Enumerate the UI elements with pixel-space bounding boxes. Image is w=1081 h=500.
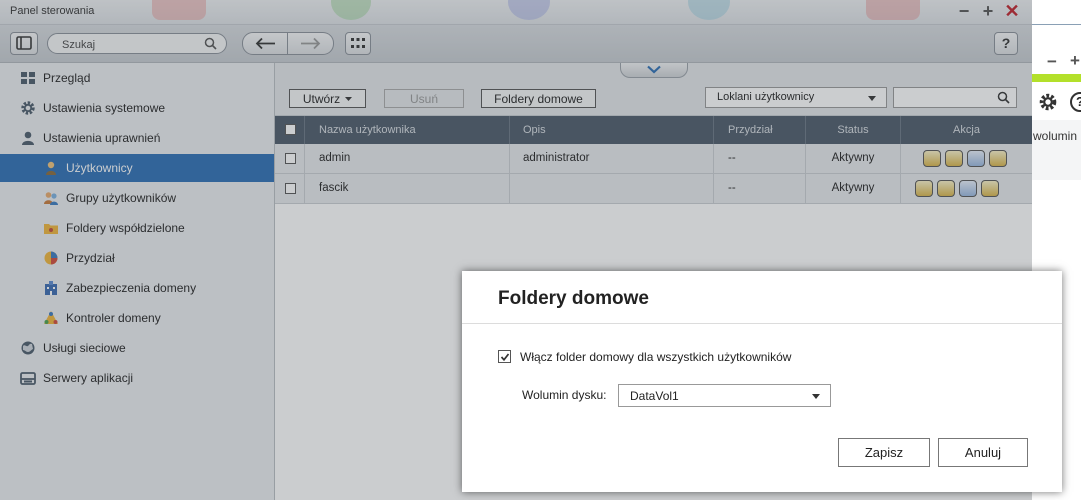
enable-home-folder-checkbox[interactable] — [498, 350, 511, 363]
panel-text: wolumin — [1033, 129, 1078, 143]
gear-icon — [1038, 92, 1058, 115]
panel-section: wolumin — [1032, 120, 1081, 180]
cancel-button[interactable]: Anuluj — [938, 438, 1028, 467]
volume-label: Wolumin dysku: — [522, 388, 607, 402]
check-icon — [500, 353, 510, 362]
dialog-title: Foldery domowe — [498, 288, 649, 309]
enable-home-folder-label: Włącz folder domowy dla wszystkich użytk… — [520, 350, 792, 364]
dialog-divider — [462, 323, 1062, 324]
minimize-icon: − — [1047, 52, 1057, 71]
volume-select[interactable]: DataVol1 — [618, 384, 831, 407]
caret-down-icon — [812, 394, 820, 399]
save-button-label: Zapisz — [864, 445, 904, 460]
divider — [1032, 24, 1081, 25]
volume-select-value: DataVol1 — [630, 389, 679, 403]
home-folders-dialog: Foldery domowe Włącz folder domowy dla w… — [462, 271, 1062, 492]
cancel-button-label: Anuluj — [964, 445, 1002, 460]
save-button[interactable]: Zapisz — [838, 438, 930, 467]
help-icon: ? — [1070, 92, 1081, 112]
accent-bar — [1032, 74, 1081, 82]
maximize-icon: + — [1070, 51, 1080, 70]
